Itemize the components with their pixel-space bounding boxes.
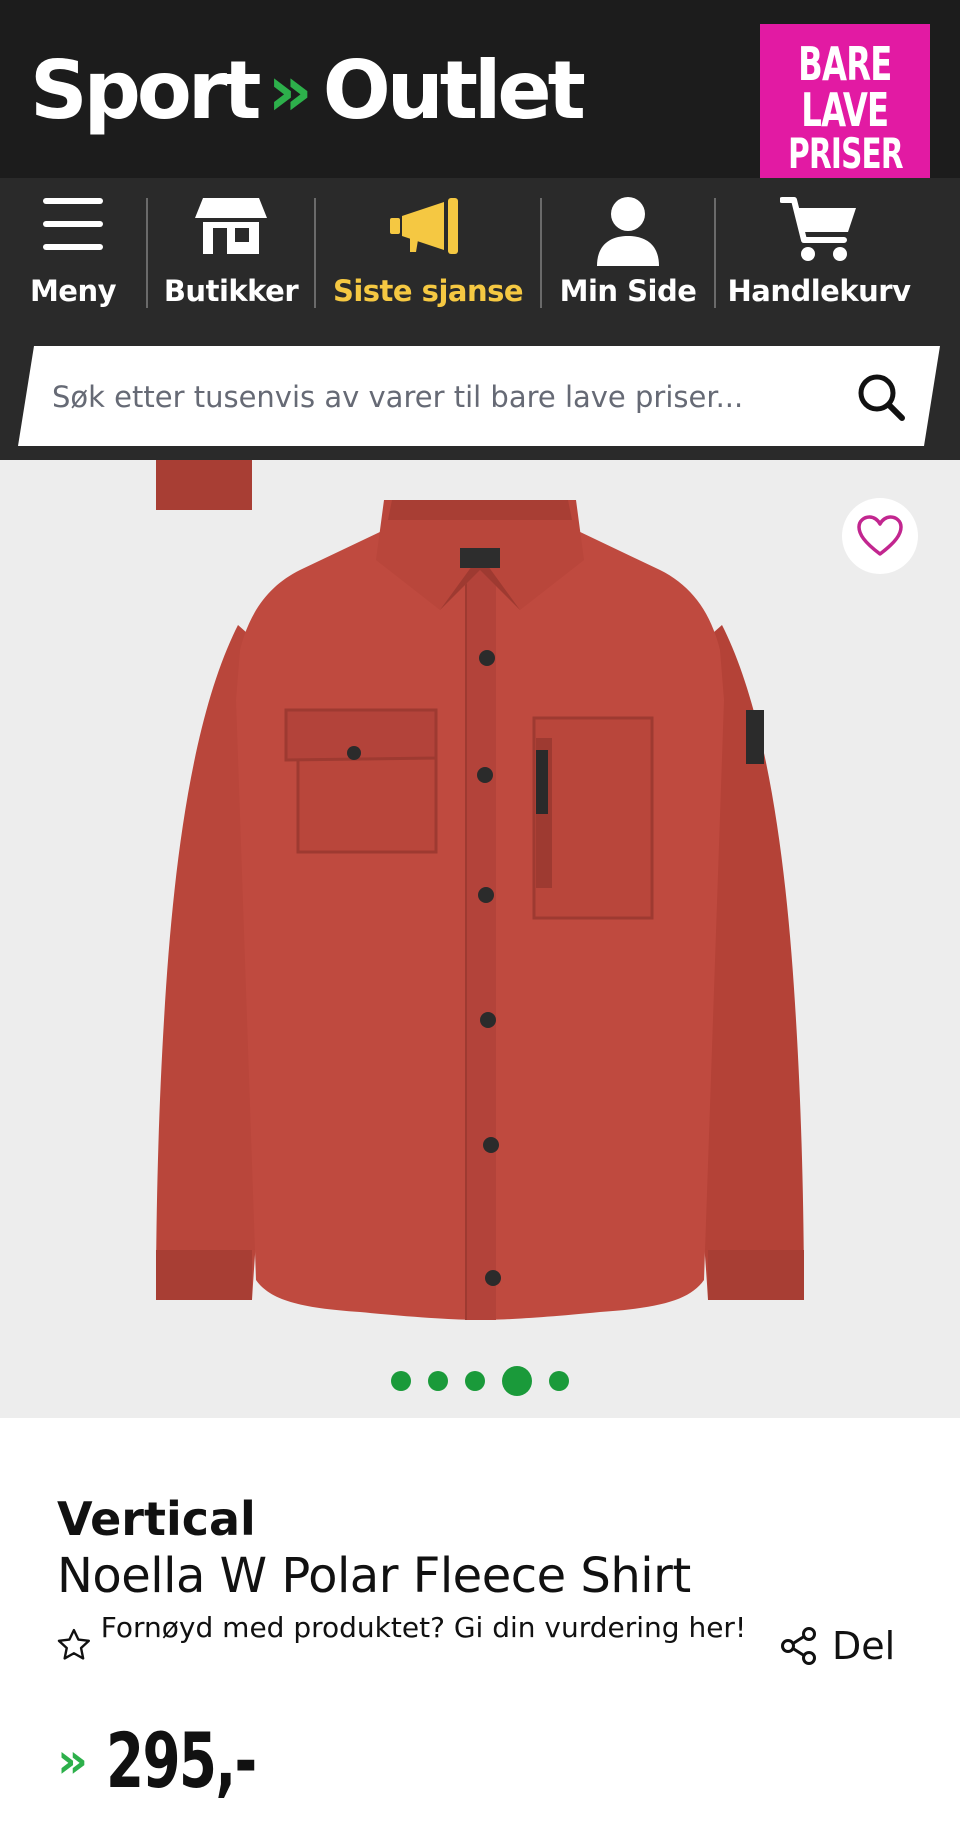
rating-prompt-text: Fornøyd med produktet? Gi din vurdering … bbox=[100, 1611, 747, 1644]
menu-icon bbox=[43, 198, 103, 250]
site-header: Sport » Outlet BARE LAVE PRISER bbox=[0, 0, 960, 192]
logo-text-sport: Sport bbox=[30, 44, 262, 137]
badge-line-1: BARE bbox=[798, 37, 892, 91]
favorite-button[interactable] bbox=[842, 498, 918, 574]
nav-item-cart[interactable]: Handlekurv bbox=[716, 178, 922, 328]
nav-item-my-page[interactable]: Min Side bbox=[542, 178, 714, 328]
star-icon bbox=[57, 1628, 91, 1660]
nav-label-cart: Handlekurv bbox=[727, 274, 912, 308]
share-icon bbox=[781, 1627, 816, 1665]
nav-label-my-page: Min Side bbox=[559, 274, 697, 308]
nav-label-menu: Meny bbox=[29, 274, 117, 308]
product-image bbox=[156, 460, 804, 1320]
megaphone-icon bbox=[390, 198, 458, 254]
price-arrows: » bbox=[57, 1732, 88, 1789]
gallery-pagination bbox=[0, 1366, 960, 1396]
badge-line-2: LAVE bbox=[801, 83, 889, 137]
search-bar bbox=[0, 328, 960, 460]
product-price: 295,- bbox=[106, 1716, 257, 1805]
nav-item-last-chance[interactable]: Siste sjanse bbox=[316, 178, 540, 328]
rating-prompt[interactable]: Fornøyd med produktet? Gi din vurdering … bbox=[57, 1614, 747, 1660]
main-nav: Meny Butikker Siste sjanse Min Side Hand… bbox=[0, 178, 960, 328]
product-gallery[interactable] bbox=[0, 460, 960, 1418]
product-brand: Vertical bbox=[57, 1492, 256, 1546]
gallery-dot[interactable] bbox=[391, 1371, 411, 1391]
site-logo[interactable]: Sport » Outlet bbox=[30, 44, 586, 137]
nav-label-stores: Butikker bbox=[163, 274, 299, 308]
share-button[interactable]: Del bbox=[780, 1624, 895, 1668]
nav-label-last-chance: Siste sjanse bbox=[332, 274, 524, 308]
badge-line-3: PRISER bbox=[787, 129, 903, 178]
store-icon bbox=[195, 198, 267, 254]
search-icon[interactable] bbox=[856, 372, 906, 422]
gallery-dot[interactable] bbox=[465, 1371, 485, 1391]
bare-lave-priser-badge: BARE LAVE PRISER bbox=[760, 24, 930, 192]
logo-text-outlet: Outlet bbox=[322, 44, 586, 137]
logo-arrows: » bbox=[267, 50, 313, 132]
share-label: Del bbox=[832, 1624, 896, 1668]
product-title: Noella W Polar Fleece Shirt bbox=[57, 1548, 691, 1604]
user-icon bbox=[597, 197, 659, 266]
nav-item-menu[interactable]: Meny bbox=[0, 178, 146, 328]
gallery-dot[interactable] bbox=[549, 1371, 569, 1391]
cart-icon bbox=[780, 197, 856, 261]
search-box bbox=[18, 346, 940, 446]
search-input[interactable] bbox=[50, 346, 834, 448]
heart-icon bbox=[857, 515, 903, 556]
gallery-dot[interactable] bbox=[428, 1371, 448, 1391]
price-row: » 295,- bbox=[57, 1716, 293, 1805]
nav-item-stores[interactable]: Butikker bbox=[148, 178, 314, 328]
gallery-dot-active[interactable] bbox=[502, 1366, 532, 1396]
